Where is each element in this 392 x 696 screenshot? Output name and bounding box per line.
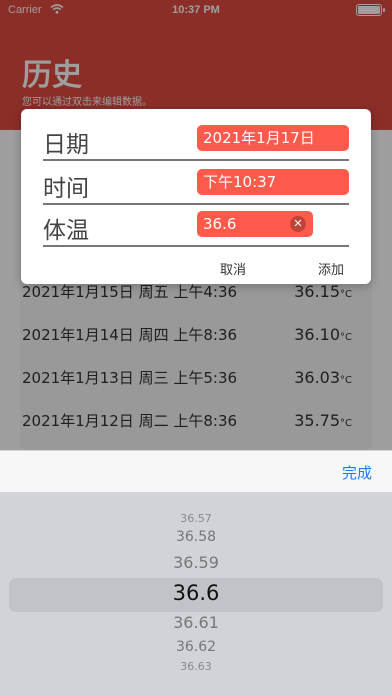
done-button[interactable]: 完成 <box>342 462 372 483</box>
picker-option[interactable]: 36.61 <box>0 613 392 632</box>
divider <box>43 245 349 247</box>
temp-field-value: 36.6 <box>203 215 237 233</box>
picker-option-selected[interactable]: 36.6 <box>0 581 392 605</box>
picker-option[interactable]: 36.62 <box>0 639 392 655</box>
picker-toolbar: 完成 <box>0 450 392 492</box>
time-field[interactable]: 下午10:37 <box>197 169 349 195</box>
date-field-row: 日期 2021年1月17日 <box>43 117 349 161</box>
add-button[interactable]: 添加 <box>318 259 344 278</box>
cancel-button[interactable]: 取消 <box>220 259 246 278</box>
temp-field-row: 体温 36.6 ✕ <box>43 203 349 247</box>
picker-option[interactable]: 36.57 <box>0 512 392 525</box>
picker-option[interactable]: 36.59 <box>0 553 392 572</box>
clear-icon[interactable]: ✕ <box>290 216 306 232</box>
picker-option[interactable]: 36.58 <box>0 529 392 545</box>
picker-option[interactable]: 36.63 <box>0 660 392 673</box>
time-label: 时间 <box>43 176 89 202</box>
date-field[interactable]: 2021年1月17日 <box>197 125 349 151</box>
date-label: 日期 <box>43 132 89 158</box>
temp-field[interactable]: 36.6 ✕ <box>197 211 313 237</box>
temp-label: 体温 <box>43 218 89 244</box>
time-field-row: 时间 下午10:37 <box>43 161 349 205</box>
temperature-picker[interactable]: 36.57 36.58 36.59 36.6 36.61 36.62 36.63 <box>0 492 392 696</box>
add-record-dialog: 日期 2021年1月17日 时间 下午10:37 体温 36.6 ✕ 取消 添加 <box>21 109 371 284</box>
